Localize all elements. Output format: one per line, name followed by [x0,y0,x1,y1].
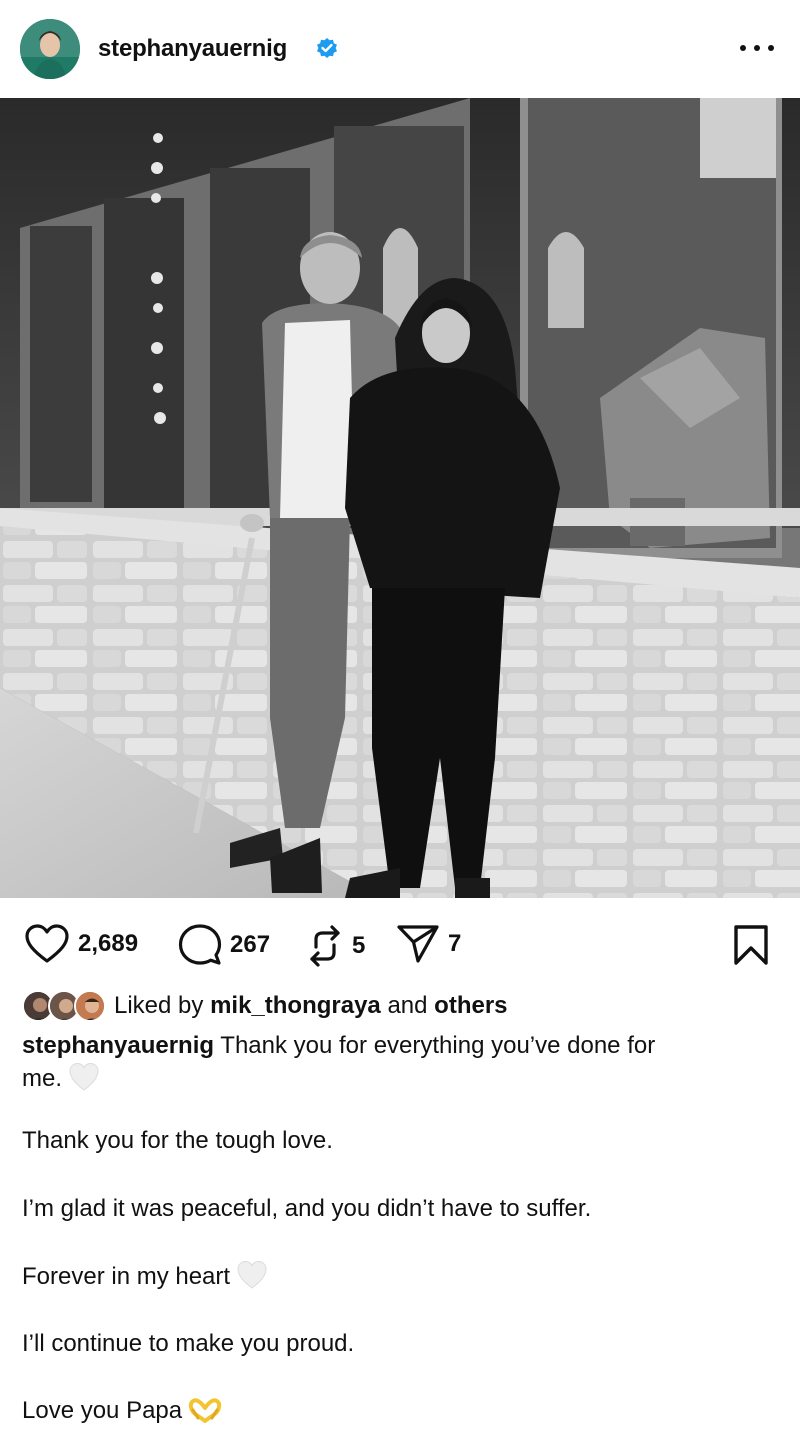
bookmark-icon [733,925,769,969]
caption-paragraph: Love you Papa [22,1395,222,1433]
liked-by-row[interactable]: Liked by mik_thongraya and others [22,988,508,1024]
caption-paragraph: Thank you for the tough love. [22,1127,333,1154]
caption-username[interactable]: stephanyauernig [22,1032,214,1059]
comment-count: 267 [230,931,271,958]
caption-paragraph: I’ll continue to make you proud. [22,1330,355,1357]
comment-icon [178,924,222,966]
verified-badge-icon [316,37,338,59]
avatar [74,990,106,1022]
like-count: 2,689 [78,930,139,957]
action-bar: 2,689 267 5 7 [0,912,800,972]
liked-by-and: and [387,992,428,1019]
share-button[interactable]: 7 [396,924,461,964]
caption-text: Love you Papa [22,1397,183,1424]
post-username[interactable]: stephanyauernig [98,35,287,63]
comment-button[interactable]: 267 [178,924,270,966]
liked-by-prefix: Liked by [114,992,204,1019]
more-options-icon[interactable] [740,36,774,60]
share-count: 7 [448,930,462,957]
avatar[interactable] [20,19,80,79]
caption-line: Thank you for everything you’ve done for [220,1032,656,1059]
repost-count: 5 [352,932,366,959]
heart-icon [24,924,70,964]
heart-hands-icon [188,1398,222,1433]
white-heart-icon [236,1260,268,1299]
liked-by-user[interactable]: mik_thongraya [210,992,381,1020]
like-button[interactable]: 2,689 [24,924,138,964]
caption-paragraph: Forever in my heart [22,1260,268,1299]
repost-icon [306,924,344,968]
send-icon [396,924,440,964]
repost-button[interactable]: 5 [306,924,365,968]
post-header: stephanyauernig [0,0,800,98]
liked-by-others[interactable]: others [434,992,507,1020]
caption-text: Forever in my heart [22,1263,231,1290]
caption: stephanyauernig Thank you for everything… [22,1030,762,1101]
post-photo[interactable] [0,98,800,898]
white-heart-icon [68,1062,100,1101]
liked-by-avatars [22,988,108,1024]
caption-line: me. [22,1065,63,1092]
save-button[interactable] [733,925,769,970]
caption-paragraph: I’m glad it was peaceful, and you didn’t… [22,1195,592,1222]
